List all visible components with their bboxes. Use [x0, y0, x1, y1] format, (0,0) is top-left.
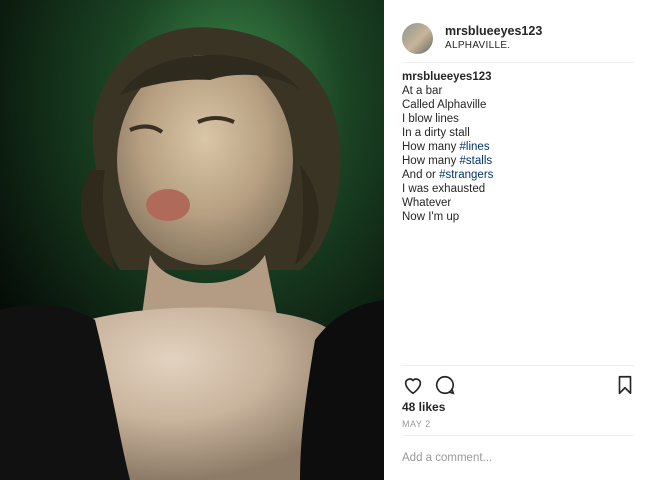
caption-line: How many #stalls [402, 154, 634, 168]
post-container: mrsblueeyes123 ALPHAVILLE. mrsblueeyes12… [0, 0, 652, 480]
header-text: mrsblueeyes123 ALPHAVILLE. [445, 24, 542, 53]
caption-line: Whatever [402, 197, 452, 209]
caption-line: Now I'm up [402, 211, 460, 223]
header-location[interactable]: ALPHAVILLE. [445, 39, 542, 53]
bookmark-icon[interactable] [614, 374, 636, 396]
caption-username[interactable]: mrsblueeyes123 [402, 70, 634, 84]
caption-text: How many [402, 155, 460, 167]
caption-line: And or #strangers [402, 168, 634, 182]
comment-box [402, 435, 634, 480]
hashtag-link[interactable]: #strangers [439, 169, 493, 181]
photo-image [0, 0, 384, 480]
caption-text: And or [402, 169, 440, 181]
post-date: MAY 2 [402, 419, 431, 429]
header-username[interactable]: mrsblueeyes123 [445, 24, 542, 39]
caption-line: Called Alphaville [402, 99, 487, 111]
caption-line: In a dirty stall [402, 127, 470, 139]
caption-text: How many [402, 141, 460, 153]
post-photo[interactable] [0, 0, 384, 480]
heart-icon[interactable] [402, 374, 424, 396]
likes-count[interactable]: 48 likes [402, 400, 445, 414]
hashtag-link[interactable]: #stalls [460, 155, 493, 167]
action-bar [402, 365, 634, 404]
caption-line: At a bar [402, 85, 443, 97]
comment-bubble-icon[interactable] [434, 374, 456, 396]
post-header: mrsblueeyes123 ALPHAVILLE. [402, 14, 634, 63]
caption-line: I blow lines [402, 113, 459, 125]
avatar[interactable] [402, 22, 433, 54]
caption-line: How many #lines [402, 140, 634, 154]
caption-line: I was exhausted [402, 183, 486, 195]
hashtag-link[interactable]: #lines [460, 141, 490, 153]
caption: mrsblueeyes123 At a bar Called Alphavill… [402, 70, 634, 224]
post-sidebar: mrsblueeyes123 ALPHAVILLE. mrsblueeyes12… [384, 0, 652, 480]
comment-input[interactable] [402, 446, 634, 470]
